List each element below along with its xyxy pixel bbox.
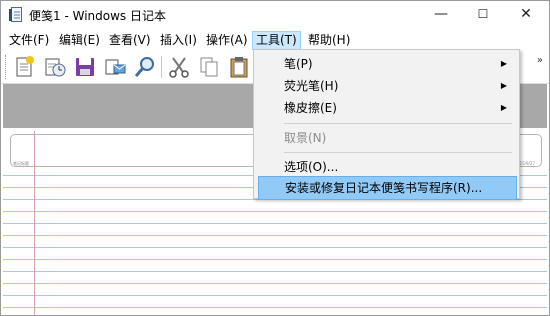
minimize-button[interactable]: —	[421, 1, 461, 29]
submenu-arrow-icon: ▶	[500, 103, 507, 112]
ruled-line	[3, 211, 547, 212]
ruled-line	[3, 247, 547, 248]
toolbar-grip[interactable]	[5, 55, 9, 79]
menu-item-label: 笔(P)	[284, 57, 313, 71]
ruled-line	[3, 235, 547, 236]
menu-item-label: 荧光笔(H)	[284, 79, 339, 93]
menu-file[interactable]: 文件(F)	[6, 32, 52, 49]
ruled-line	[3, 259, 547, 260]
menu-item-install-repair[interactable]: 安装或修复日记本便笺书写程序(R)...	[258, 176, 517, 200]
submenu-arrow-icon: ▶	[500, 59, 507, 68]
ruled-line	[3, 283, 547, 284]
ruled-line	[3, 223, 547, 224]
open-icon[interactable]	[43, 55, 67, 79]
menu-item-eraser[interactable]: 橡皮擦(E) ▶	[258, 97, 515, 119]
menu-help[interactable]: 帮助(H)	[305, 32, 353, 49]
menu-separator	[284, 152, 512, 153]
cut-icon[interactable]	[167, 55, 191, 79]
close-button[interactable]: ✕	[506, 1, 546, 29]
menu-separator	[284, 123, 512, 124]
maximize-button[interactable]: ☐	[463, 1, 503, 29]
save-icon[interactable]	[73, 55, 97, 79]
ruled-line	[3, 307, 547, 308]
window-title: 便笺1 - Windows 日记本	[29, 9, 166, 23]
tools-menu: 笔(P) ▶ 荧光笔(H) ▶ 橡皮擦(E) ▶ 取景(N) 选项(O)... …	[253, 49, 520, 200]
ruled-line	[3, 295, 547, 296]
menu-item-pen[interactable]: 笔(P) ▶	[258, 53, 515, 75]
menu-insert[interactable]: 插入(I)	[157, 32, 200, 49]
toolbar-overflow-icon[interactable]: »	[537, 55, 543, 66]
note-title-label: 笔记标题	[13, 161, 29, 166]
menu-item-highlighter[interactable]: 荧光笔(H) ▶	[258, 75, 515, 97]
menu-item-label: 取景(N)	[284, 131, 327, 145]
menu-item-label: 橡皮擦(E)	[284, 101, 337, 115]
menu-view[interactable]: 查看(V)	[106, 32, 154, 49]
menu-item-label: 安装或修复日记本便笺书写程序(R)...	[285, 181, 483, 195]
new-note-icon[interactable]	[13, 55, 37, 79]
menu-tools[interactable]: 工具(T)	[252, 31, 301, 50]
title-bar[interactable]: 便笺1 - Windows 日记本 — ☐ ✕	[1, 1, 549, 29]
menu-bar: 文件(F) 编辑(E) 查看(V) 插入(I) 操作(A) 工具(T) 帮助(H…	[1, 30, 549, 51]
ruled-line	[3, 271, 547, 272]
menu-actions[interactable]: 操作(A)	[203, 32, 251, 49]
menu-edit[interactable]: 编辑(E)	[56, 32, 103, 49]
toolbar-separator	[161, 56, 162, 78]
menu-item-options[interactable]: 选项(O)...	[258, 156, 515, 178]
margin-line	[34, 131, 35, 315]
journal-app-icon	[9, 7, 22, 22]
menu-item-viewfinder: 取景(N)	[258, 127, 515, 149]
send-icon[interactable]	[103, 55, 127, 79]
find-icon[interactable]	[133, 55, 157, 79]
paste-icon[interactable]	[227, 55, 251, 79]
journal-window: 便笺1 - Windows 日记本 — ☐ ✕ 文件(F) 编辑(E) 查看(V…	[0, 0, 550, 316]
copy-icon[interactable]	[197, 55, 221, 79]
menu-item-label: 选项(O)...	[284, 160, 339, 174]
submenu-arrow-icon: ▶	[500, 81, 507, 90]
